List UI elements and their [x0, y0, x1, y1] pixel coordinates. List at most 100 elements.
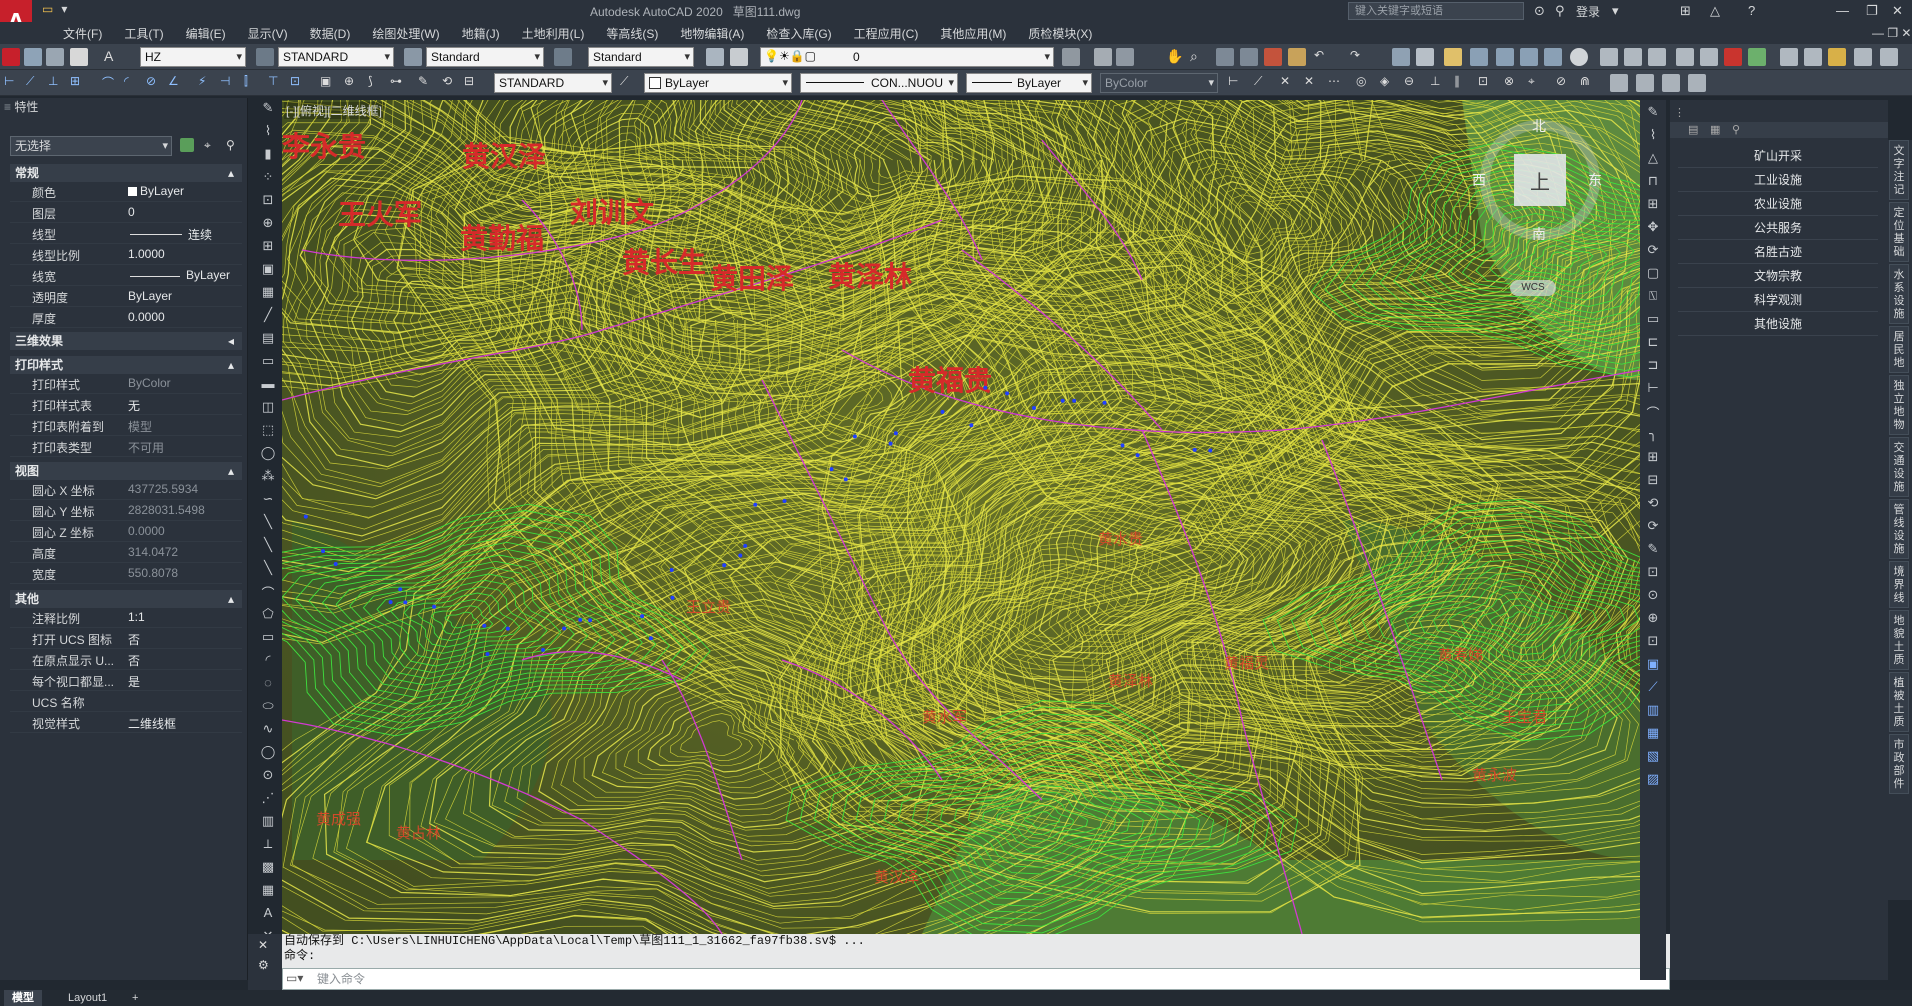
palette-grid-icon[interactable]: ▦	[1710, 123, 1720, 136]
new-icon[interactable]	[1600, 48, 1618, 66]
menu-other-apps[interactable]: 其他应用(M)	[929, 25, 1017, 42]
view-icon[interactable]	[24, 48, 42, 66]
draw-order-icon[interactable]	[1288, 48, 1306, 66]
viewcube[interactable]: 上 北 南 东 西 WCS	[1470, 110, 1610, 296]
wrench-icon[interactable]: ⚙	[258, 958, 269, 972]
zoom-icon[interactable]: ⌕	[1190, 48, 1208, 66]
prop-row[interactable]: 打印表类型 不可用	[10, 437, 242, 457]
prop-row[interactable]: 打印表附着到 模型	[10, 416, 242, 436]
viewport-label[interactable]: [-][俯视][二维线框]	[284, 102, 385, 119]
dim-space-icon[interactable]: ⫿	[244, 74, 262, 92]
palette-item-other[interactable]: 其他设施	[1678, 312, 1878, 336]
table-style-icon[interactable]	[404, 48, 422, 66]
osnap-tangent-icon[interactable]: ⊖	[1404, 74, 1422, 92]
draw-tool-icon[interactable]: ◜	[260, 652, 276, 668]
modify-tool-icon[interactable]: ▥	[1645, 702, 1661, 718]
draw-tool-icon[interactable]: ▦	[260, 882, 276, 898]
draw-tool-icon[interactable]: ▣	[260, 261, 276, 277]
vtab-7[interactable]: 境界线	[1889, 561, 1909, 608]
layout-icon[interactable]	[1610, 74, 1628, 92]
diameter-dim-icon[interactable]: ⊘	[146, 74, 164, 92]
modify-tool-icon[interactable]: ⊡	[1645, 633, 1661, 649]
section-view[interactable]: 视图 ▴	[10, 462, 242, 480]
vtab-0[interactable]: 文字注记	[1889, 140, 1909, 200]
modify-tool-icon[interactable]: ✥	[1645, 219, 1661, 235]
modify-tool-icon[interactable]: ⊞	[1645, 196, 1661, 212]
draw-tool-icon[interactable]: ⟂	[260, 836, 276, 852]
section-misc[interactable]: 其他 ▴	[10, 590, 242, 608]
dim-style-select-2[interactable]: STANDARD	[494, 73, 612, 93]
copy-clip-icon[interactable]	[1804, 48, 1822, 66]
draw-tool-icon[interactable]: ⊞	[260, 238, 276, 254]
modify-tool-icon[interactable]: ✎	[1645, 104, 1661, 120]
draw-tool-icon[interactable]: ⊙	[260, 767, 276, 783]
osnap-quadrant-icon[interactable]: ◈	[1380, 74, 1398, 92]
angular-dim-icon[interactable]: ∠	[168, 74, 186, 92]
draw-tool-icon[interactable]: ╲	[260, 537, 276, 553]
modify-tool-icon[interactable]: ▦	[1645, 725, 1661, 741]
dim-override-icon[interactable]: ⊟	[464, 74, 482, 92]
viewcube-south[interactable]: 南	[1532, 224, 1546, 244]
osnap-nearest-icon[interactable]: ⌖	[1528, 74, 1546, 92]
menu-edit[interactable]: 编辑(E)	[175, 25, 237, 42]
osnap-midpoint-icon[interactable]: ⟋	[1254, 74, 1272, 92]
extend-icon[interactable]	[1544, 48, 1562, 66]
toggle-pickadd-icon[interactable]	[180, 138, 194, 152]
paste-icon[interactable]	[1828, 48, 1846, 66]
trim-icon[interactable]	[1520, 48, 1538, 66]
vtab-9[interactable]: 植被土质	[1889, 672, 1909, 732]
text-style-icon[interactable]: A	[104, 48, 122, 66]
menu-check-import[interactable]: 检查入库(G)	[755, 25, 842, 42]
select-objects-icon[interactable]: ⌖	[204, 138, 218, 152]
calculator-icon[interactable]	[1392, 48, 1410, 66]
save-icon[interactable]	[1648, 48, 1666, 66]
regen-icon[interactable]	[1264, 48, 1282, 66]
osnap-intersection-icon[interactable]: ✕	[1280, 74, 1298, 92]
prop-row[interactable]: 圆心 Z 坐标 0.0000	[10, 522, 242, 542]
modify-tool-icon[interactable]: ⟲	[1645, 495, 1661, 511]
modify-tool-icon[interactable]: ⊓	[1645, 173, 1661, 189]
dim-update-icon[interactable]: ⟲	[442, 74, 460, 92]
zoom-extents-icon[interactable]	[1240, 48, 1258, 66]
prop-row[interactable]: 每个视口都显... 是	[10, 671, 242, 691]
draw-tool-icon[interactable]: ◫	[260, 399, 276, 415]
tab-add-layout[interactable]: +	[124, 990, 146, 1006]
draw-tool-icon[interactable]: ▮	[260, 146, 276, 162]
draw-tool-icon[interactable]: ╲	[260, 560, 276, 576]
prop-row[interactable]: 视觉样式 二维线框	[10, 713, 242, 733]
vtab-4[interactable]: 独立地物	[1889, 375, 1909, 435]
palette-view-icon[interactable]: ▤	[1688, 123, 1698, 136]
modify-tool-icon[interactable]: ⍂	[1645, 288, 1661, 304]
exchange-icon[interactable]: △	[1710, 3, 1720, 19]
draw-tool-icon[interactable]: ⋰	[260, 790, 276, 806]
draw-tool-icon[interactable]: ◯	[260, 445, 276, 461]
modify-tool-icon[interactable]: ▣	[1645, 656, 1661, 672]
osnap-node-icon[interactable]: ⊗	[1504, 74, 1522, 92]
modify-tool-icon[interactable]: ⌇	[1645, 127, 1661, 143]
modify-tool-icon[interactable]: ⊙	[1645, 587, 1661, 603]
user-icon[interactable]: ⚲	[1555, 3, 1565, 19]
properties-icon[interactable]	[1416, 48, 1434, 66]
draw-tool-icon[interactable]: A	[260, 905, 276, 921]
draw-tool-icon[interactable]: ▤	[260, 330, 276, 346]
search-input[interactable]: 键入关键字或短语	[1348, 2, 1524, 20]
help-icon[interactable]: ?	[1748, 3, 1755, 18]
viewcube-north[interactable]: 北	[1532, 116, 1546, 136]
dim-style-icon[interactable]: ⟋	[620, 74, 638, 92]
layer-state-icon[interactable]	[730, 48, 748, 66]
draw-tool-icon[interactable]: ⁘	[260, 169, 276, 185]
doc-window-controls[interactable]: — ❐ ✕	[1872, 26, 1911, 40]
layer-previous-icon[interactable]	[1062, 48, 1080, 66]
brush-icon[interactable]	[1880, 48, 1898, 66]
prop-row[interactable]: UCS 名称	[10, 692, 242, 712]
modify-tool-icon[interactable]: ▭	[1645, 311, 1661, 327]
menu-file[interactable]: 文件(F)	[52, 25, 113, 42]
section-plot-style[interactable]: 打印样式 ▴	[10, 356, 242, 374]
draw-tool-icon[interactable]: ⬭	[260, 698, 276, 714]
vtab-2[interactable]: 水系设施	[1889, 264, 1909, 324]
draw-tool-icon[interactable]: ⁂	[260, 468, 276, 484]
palette-pin-icon[interactable]: ⚲	[1732, 123, 1740, 136]
draw-tool-icon[interactable]: ⌇	[260, 123, 276, 139]
dropdown-icon[interactable]: ▾	[61, 2, 67, 16]
move-icon[interactable]	[1470, 48, 1488, 66]
